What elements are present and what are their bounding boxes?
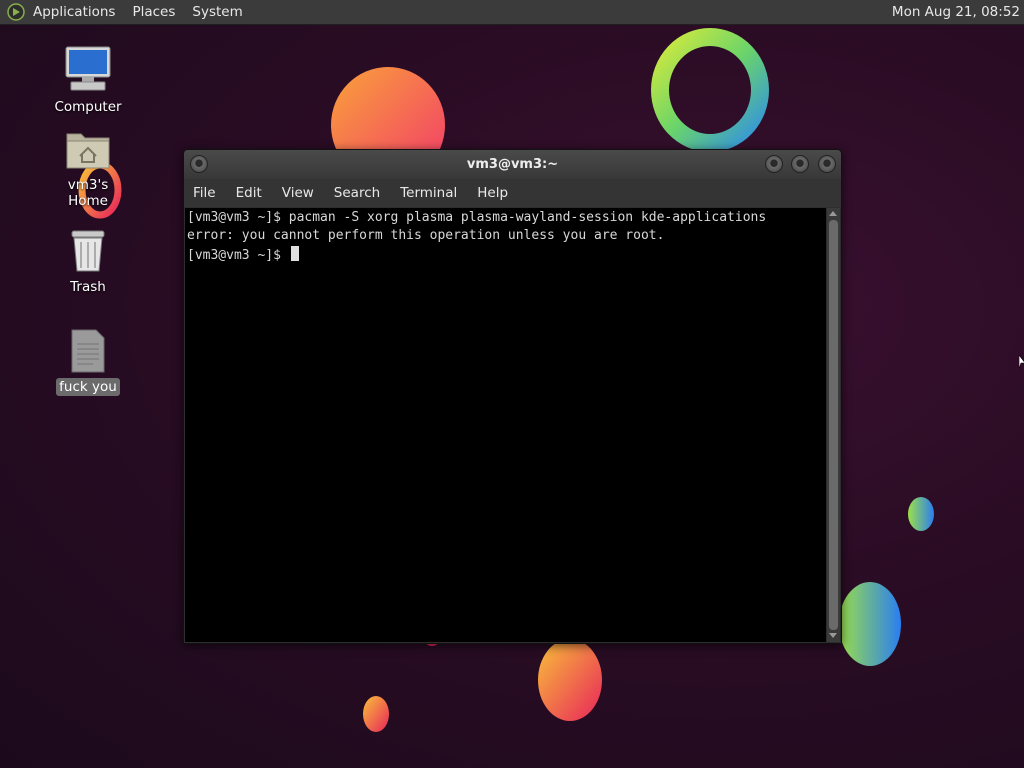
terminal-prompt-line: [vm3@vm3 ~]$ (187, 245, 826, 265)
applications-menu[interactable]: Applications (33, 4, 115, 20)
menu-file[interactable]: File (193, 185, 216, 201)
green-ring (651, 28, 769, 152)
orange-dot (363, 696, 389, 732)
places-menu[interactable]: Places (132, 4, 175, 20)
menu-help[interactable]: Help (477, 185, 508, 201)
trash-icon (71, 230, 105, 272)
minimize-icon[interactable] (765, 155, 783, 173)
orange-blob-bottom (538, 639, 602, 721)
text-cursor (290, 245, 299, 261)
mouse-pointer-icon (1019, 355, 1024, 370)
desktop-icon-label: Computer (54, 99, 122, 115)
text-file-icon (71, 329, 105, 373)
maximize-icon[interactable] (791, 155, 809, 173)
blue-dot (908, 497, 934, 531)
system-menu[interactable]: System (192, 4, 242, 20)
home-folder-icon (66, 133, 110, 169)
desktop-icon-home[interactable]: vm3's Home (48, 128, 128, 210)
desktop-icon-trash[interactable]: Trash (48, 228, 128, 296)
desktop-icon-label: Trash (70, 279, 106, 295)
terminal-line: [vm3@vm3 ~]$ pacman -S xorg plasma plasm… (187, 210, 767, 225)
terminal-line: error: you cannot perform this operation… (187, 228, 665, 244)
desktop-icon-label: vm3's Home (67, 177, 109, 209)
terminal-output[interactable]: [vm3@vm3 ~]$ pacman -S xorg plasma plasm… (185, 208, 826, 642)
blue-blob (839, 582, 901, 666)
scroll-down-arrow-icon[interactable] (829, 633, 837, 638)
menu-view[interactable]: View (282, 185, 314, 201)
desktop-icon-label: fuck you (56, 378, 120, 396)
title-bar[interactable]: vm3@vm3:~ (184, 150, 841, 179)
menu-bar: File Edit View Search Terminal Help (184, 179, 841, 207)
desktop-icon-file[interactable]: fuck you (48, 328, 128, 396)
menu-terminal[interactable]: Terminal (400, 185, 457, 201)
computer-icon (65, 46, 111, 91)
terminal-window[interactable]: vm3@vm3:~ File Edit View Search Terminal… (183, 149, 842, 644)
scroll-up-arrow-icon[interactable] (829, 211, 837, 216)
menu-edit[interactable]: Edit (236, 185, 262, 201)
top-panel: Applications Places System Mon Aug 21, 0… (0, 0, 1024, 25)
scrollbar-thumb[interactable] (829, 220, 838, 630)
desktop-icon-computer[interactable]: Computer (48, 44, 128, 116)
clock[interactable]: Mon Aug 21, 08:52 (892, 4, 1020, 20)
scrollbar[interactable] (827, 208, 840, 642)
window-title: vm3@vm3:~ (466, 157, 559, 172)
distro-logo-icon[interactable] (7, 3, 25, 21)
close-icon[interactable] (818, 155, 836, 173)
menu-search[interactable]: Search (334, 185, 380, 201)
terminal-prompt: [vm3@vm3 ~]$ (187, 247, 289, 263)
